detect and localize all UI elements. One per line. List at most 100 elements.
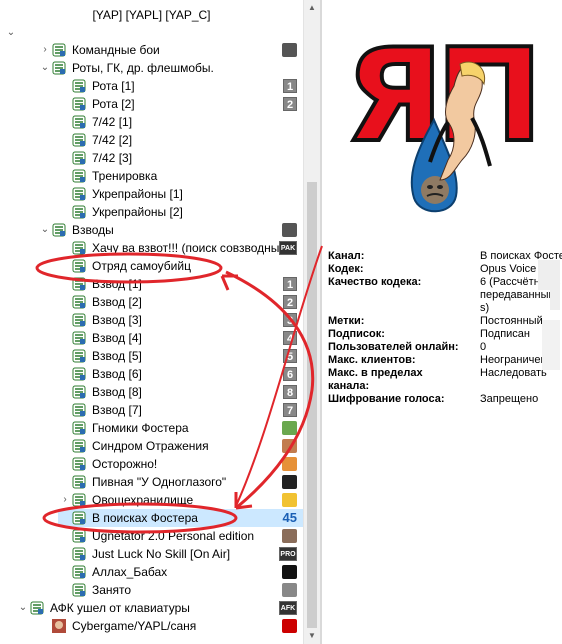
channel-row[interactable]: › Командные бои bbox=[0, 41, 303, 59]
channel-row[interactable]: Взвод [3] 3 bbox=[0, 311, 303, 329]
server-name[interactable]: [YAP] [YAPL] [YAP_C] bbox=[0, 8, 303, 22]
channel-row[interactable]: Осторожно! bbox=[0, 455, 303, 473]
channel-label: Командные бои bbox=[72, 43, 160, 57]
channel-row[interactable]: Укрепрайоны [2] bbox=[0, 203, 303, 221]
channel-icon bbox=[72, 547, 86, 561]
channel-label: Взвод [6] bbox=[92, 367, 142, 381]
channel-tree[interactable]: [YAP] [YAPL] [YAP_C] ⌄ › Командные бои ⌄ Ро… bbox=[0, 0, 303, 644]
world-of-tanks-icon bbox=[282, 223, 297, 237]
info-key: Кодек: bbox=[328, 263, 364, 275]
channel-row[interactable]: ⌄ Взводы bbox=[0, 221, 303, 239]
info-row: Качество кодека: 6 (Рассчётная с bbox=[328, 276, 562, 289]
channel-icon bbox=[72, 205, 86, 219]
channel-row[interactable]: В поисках Фостера 45 bbox=[58, 509, 303, 527]
channel-label: Взвод [2] bbox=[92, 295, 142, 309]
channel-label: Хачу ва взвот!!! (поиск совзводных) bbox=[92, 241, 290, 255]
channel-row[interactable]: 7/42 [2] bbox=[0, 131, 303, 149]
channel-tag-badge: PRO bbox=[279, 547, 297, 561]
info-panel: ЯП Канал: В поисках Фосте Кодек: Opus Voice… bbox=[322, 0, 562, 644]
channel-row[interactable]: 7/42 [1] bbox=[0, 113, 303, 131]
info-key: Шифрование голоса: bbox=[328, 393, 445, 405]
user-count-badge: 45 bbox=[282, 510, 297, 525]
collapsed-arrow-icon[interactable]: › bbox=[40, 41, 50, 59]
channel-row[interactable]: Взвод [8] 8 bbox=[0, 383, 303, 401]
channel-icon bbox=[72, 295, 86, 309]
channel-row[interactable]: Just Luck No Skill [On Air] PRO bbox=[0, 545, 303, 563]
channel-label: Взвод [7] bbox=[92, 403, 142, 417]
channel-number-badge: 5 bbox=[283, 349, 297, 363]
channel-label: Аллах_Бабах bbox=[92, 565, 168, 579]
channel-tag-badge: PAK bbox=[279, 241, 297, 255]
channel-icon bbox=[72, 259, 86, 273]
channel-label: Cybergame/YAPL/саня bbox=[72, 619, 197, 633]
face-icon bbox=[282, 529, 297, 543]
expand-arrow-icon[interactable]: ⌄ bbox=[40, 221, 50, 239]
channel-label: Just Luck No Skill [On Air] bbox=[92, 547, 231, 561]
info-row: Макс. клиентов: Неограниченно bbox=[328, 354, 562, 367]
scrollbar-thumb[interactable] bbox=[307, 182, 317, 628]
channel-row[interactable]: Взвод [2] 2 bbox=[0, 293, 303, 311]
channel-row[interactable]: Укрепрайоны [1] bbox=[0, 185, 303, 203]
expand-arrow-icon[interactable]: ⌄ bbox=[18, 599, 28, 617]
collapse-arrow-icon[interactable]: ⌄ bbox=[6, 24, 16, 42]
channel-row[interactable]: Взвод [5] 5 bbox=[0, 347, 303, 365]
tree-scrollbar[interactable]: ▲ ▼ bbox=[303, 0, 320, 644]
scroll-down-arrow-icon[interactable]: ▼ bbox=[304, 628, 320, 644]
channel-row[interactable]: Занято bbox=[0, 581, 303, 599]
channel-label: Овощехранилище bbox=[92, 493, 194, 507]
channel-row[interactable]: Взвод [7] 7 bbox=[0, 401, 303, 419]
info-value: Неограниченно bbox=[480, 354, 559, 366]
info-key: канала: bbox=[328, 380, 370, 392]
channel-row[interactable]: Ugnetator 2.0 Personal edition bbox=[0, 527, 303, 545]
channel-row[interactable]: Взвод [1] 1 bbox=[0, 275, 303, 293]
channel-row[interactable]: Тренировка bbox=[0, 167, 303, 185]
lock-icon bbox=[282, 583, 297, 597]
client-row[interactable]: Cybergame/YAPL/саня bbox=[0, 617, 303, 635]
collapsed-arrow-icon[interactable]: › bbox=[60, 491, 70, 509]
channel-label: Рота [1] bbox=[92, 79, 135, 93]
scroll-up-arrow-icon[interactable]: ▲ bbox=[304, 0, 320, 16]
channel-icon bbox=[52, 223, 66, 237]
info-value: В поисках Фосте bbox=[480, 250, 562, 262]
channel-icon bbox=[72, 79, 86, 93]
channel-number-badge: 2 bbox=[283, 295, 297, 309]
channel-row[interactable]: Рота [1] 1 bbox=[0, 77, 303, 95]
info-key: Подписок: bbox=[328, 328, 385, 340]
channel-icon bbox=[72, 421, 86, 435]
channel-row[interactable]: Рота [2] 2 bbox=[0, 95, 303, 113]
info-value: Opus Voice bbox=[480, 263, 537, 275]
info-value: 6 (Рассчётная с bbox=[480, 276, 561, 288]
channel-number-badge: 3 bbox=[283, 313, 297, 327]
channel-label: Ugnetator 2.0 Personal edition bbox=[92, 529, 255, 543]
channel-row[interactable]: Отряд самоубийц bbox=[0, 257, 303, 275]
channel-icon bbox=[72, 151, 86, 165]
channel-row[interactable]: ⌄ АФК ушел от клавиатуры AFK bbox=[0, 599, 303, 617]
channel-row[interactable]: 7/42 [3] bbox=[0, 149, 303, 167]
info-row: Макс. в пределах Наследовать bbox=[328, 367, 562, 380]
gnome-icon bbox=[282, 421, 297, 435]
expand-arrow-icon[interactable]: ⌄ bbox=[40, 59, 50, 77]
channel-row[interactable]: ⌄ Роты, ГК, др. флешмобы. bbox=[0, 59, 303, 77]
channel-icon bbox=[72, 385, 86, 399]
channel-row[interactable]: Аллах_Бабах bbox=[0, 563, 303, 581]
channel-row[interactable]: Взвод [4] 4 bbox=[0, 329, 303, 347]
channel-label: Осторожно! bbox=[92, 457, 158, 471]
info-key: Пользователей онлайн: bbox=[328, 341, 459, 353]
world-of-tanks-icon bbox=[282, 43, 297, 57]
channel-row[interactable]: Хачу ва взвот!!! (поиск совзводных) PAK bbox=[0, 239, 303, 257]
channel-label: Роты, ГК, др. флешмобы. bbox=[72, 61, 214, 75]
beer-icon bbox=[282, 475, 297, 489]
channel-icon bbox=[72, 97, 86, 111]
channel-icon bbox=[72, 403, 86, 417]
channel-icon bbox=[52, 61, 66, 75]
channel-row[interactable]: Синдром Отражения bbox=[0, 437, 303, 455]
channel-row[interactable]: Взвод [6] 6 bbox=[0, 365, 303, 383]
channel-icon bbox=[72, 565, 86, 579]
channel-icon bbox=[72, 493, 86, 507]
channel-icon bbox=[52, 43, 66, 57]
channel-row[interactable]: Гномики Фостера bbox=[0, 419, 303, 437]
channel-row[interactable]: › Овощехранилище bbox=[0, 491, 303, 509]
info-key: Канал: bbox=[328, 250, 365, 262]
channel-row[interactable]: Пивная "У Одноглазого" bbox=[0, 473, 303, 491]
channel-logo-image: ЯП bbox=[322, 0, 562, 240]
